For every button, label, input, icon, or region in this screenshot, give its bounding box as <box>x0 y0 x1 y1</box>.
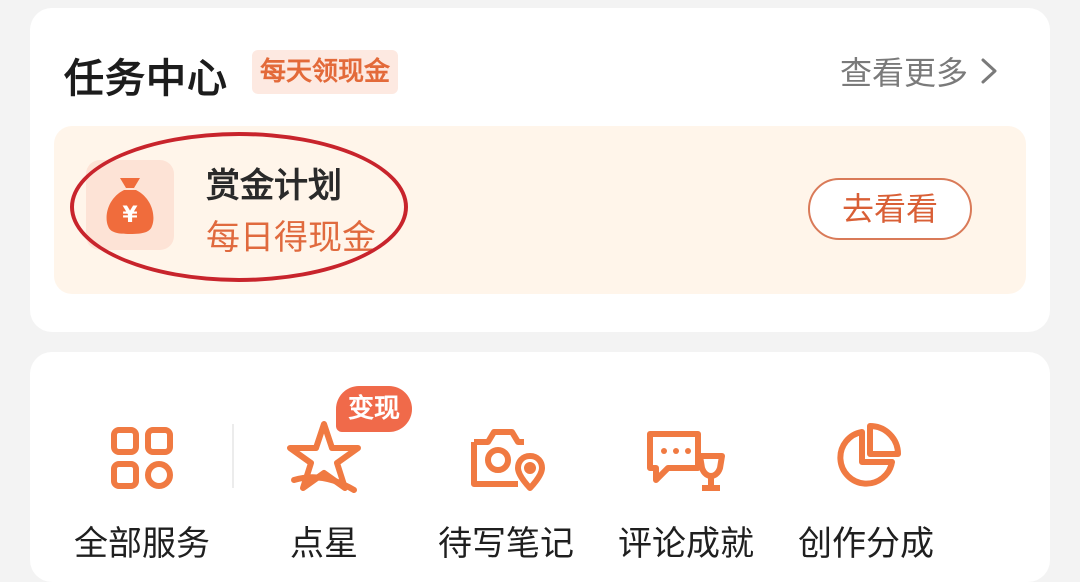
service-pending-notes[interactable]: 待写笔记 <box>416 410 596 565</box>
section-title: 任务中心 <box>64 56 228 102</box>
pie-chart-icon <box>776 410 956 506</box>
service-creator-share[interactable]: 创作分成 <box>776 410 956 565</box>
service-label: 待写笔记 <box>438 524 574 564</box>
comment-trophy-icon <box>596 410 776 506</box>
view-more-link[interactable]: 查看更多 <box>840 48 1000 94</box>
service-label: 全部服务 <box>74 524 210 564</box>
service-star[interactable]: 点星 <box>234 410 414 565</box>
go-see-button[interactable]: 去看看 <box>808 178 972 240</box>
grid-icon <box>52 410 232 506</box>
camera-location-icon <box>416 410 596 506</box>
view-more-label: 查看更多 <box>840 54 969 92</box>
highlight-circle-annotation <box>70 132 408 282</box>
monetize-badge: 变现 <box>336 386 413 432</box>
daily-cash-tag: 每天领现金 <box>252 50 399 94</box>
service-label: 评论成就 <box>618 524 754 564</box>
service-all[interactable]: 全部服务 <box>52 410 232 565</box>
service-label: 点星 <box>290 524 358 564</box>
service-comment-achievement[interactable]: 评论成就 <box>596 410 776 565</box>
chevron-right-icon <box>981 58 997 84</box>
service-label: 创作分成 <box>798 524 934 564</box>
